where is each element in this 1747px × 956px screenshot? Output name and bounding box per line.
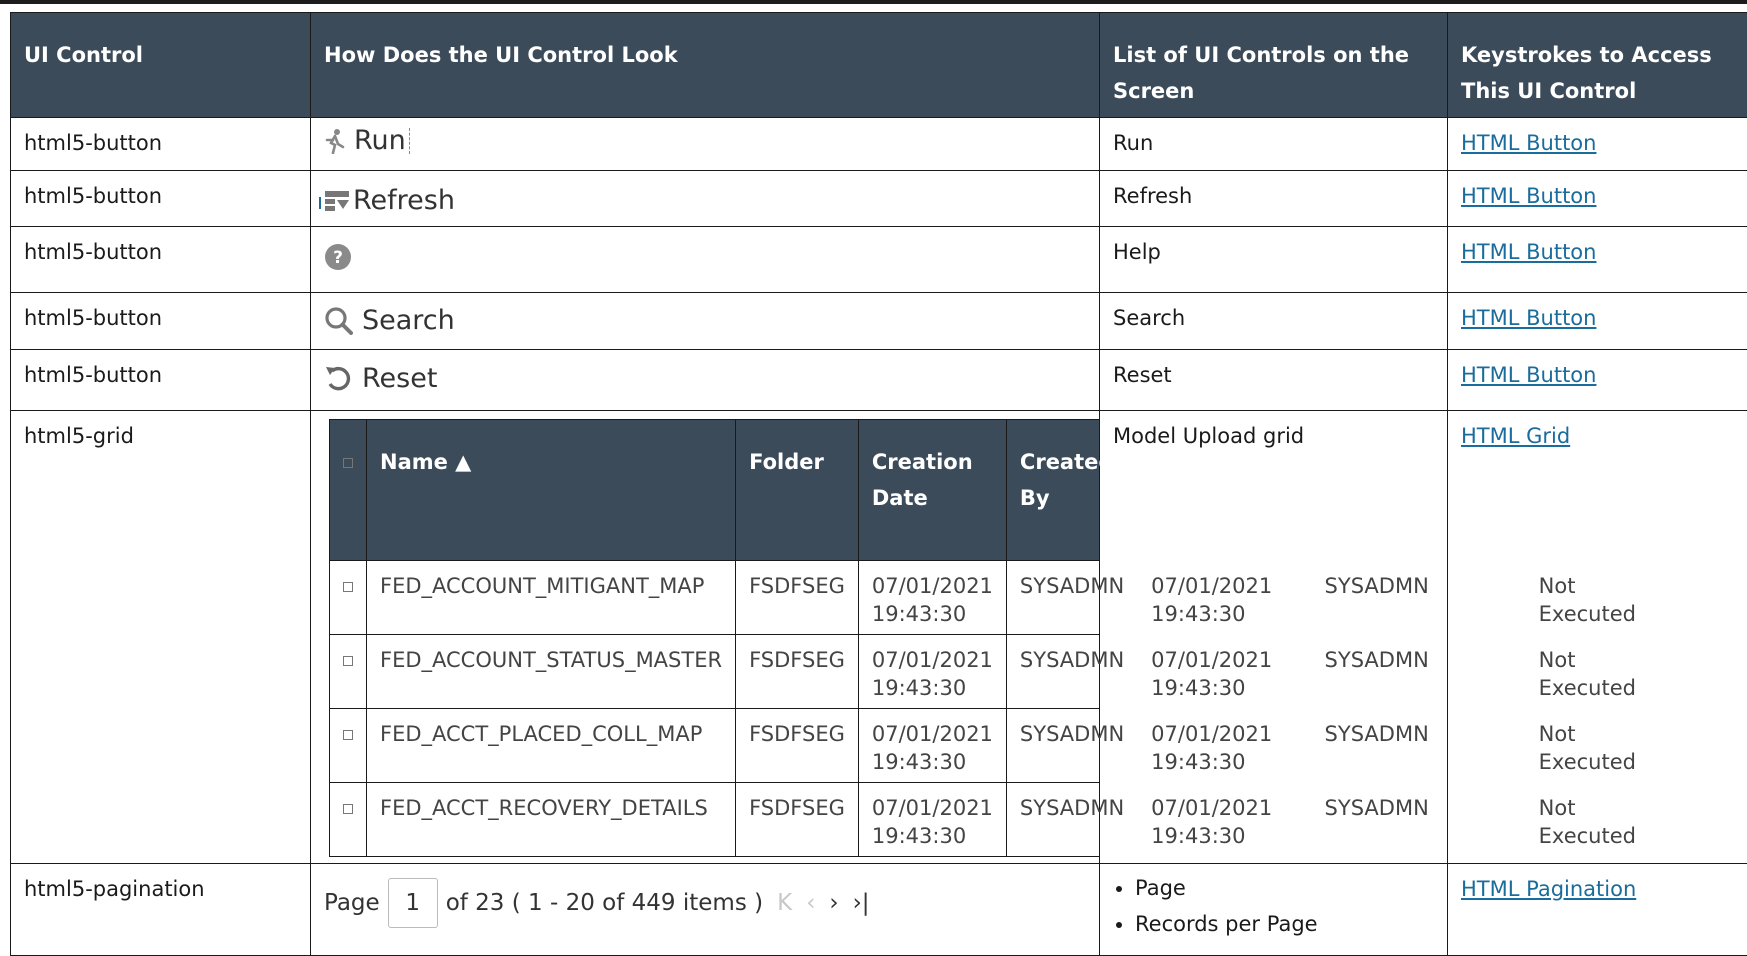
control-list-bullets: Page Records per Page: [1113, 870, 1434, 942]
control-list: Run: [1100, 118, 1448, 171]
grid-row-select[interactable]: [330, 561, 367, 635]
keystroke-cell: HTML Button: [1448, 293, 1747, 350]
table-row: html5-button Refresh Refresh HTML Button: [11, 171, 1747, 227]
control-name: html5-button: [11, 118, 311, 171]
run-button[interactable]: Run: [324, 127, 410, 155]
page-number-input[interactable]: 1: [388, 878, 438, 928]
checkbox-icon[interactable]: [343, 458, 353, 468]
refresh-label: Refresh: [353, 187, 455, 215]
html-button-link[interactable]: HTML Button: [1461, 363, 1596, 387]
run-label: Run: [354, 127, 406, 155]
pagination-bar: Page 1 of 23 ( 1 - 20 of 449 items ) K ‹…: [324, 878, 1086, 928]
grid-col-folder[interactable]: Folder: [736, 420, 859, 561]
page-summary: of 23 ( 1 - 20 of 449 items ): [446, 889, 763, 917]
table-row: html5-button ? Help HTML Button: [11, 227, 1747, 293]
grid-select-all[interactable]: [330, 420, 367, 561]
table-row: html5-button Search Search HTML Button: [11, 293, 1747, 350]
reset-button[interactable]: Reset: [324, 364, 437, 394]
header-ui-control: UI Control: [11, 13, 311, 118]
table-row: html5-button Run Run HTML Button: [11, 118, 1747, 171]
checkbox-icon[interactable]: [343, 582, 353, 592]
grid-cell: FED_ACCOUNT_MITIGANT_MAP: [367, 561, 736, 635]
grid-cell: FED_ACCT_PLACED_COLL_MAP: [367, 709, 736, 783]
checkbox-icon[interactable]: [343, 730, 353, 740]
control-look: Reset: [311, 350, 1100, 411]
focus-caret: [409, 128, 410, 154]
search-label: Search: [362, 307, 455, 335]
run-icon: [324, 128, 346, 154]
grid-cell: FSDFSEG: [736, 561, 859, 635]
header-row: UI Control How Does the UI Control Look …: [11, 13, 1747, 118]
html-grid-link[interactable]: HTML Grid: [1461, 424, 1570, 448]
help-icon: ?: [324, 243, 352, 271]
header-how-look: How Does the UI Control Look: [311, 13, 1100, 118]
grid-col-creation-date[interactable]: Creation Date: [858, 420, 1006, 561]
search-button[interactable]: Search: [324, 306, 455, 336]
control-name: html5-grid: [11, 411, 311, 864]
control-name: html5-button: [11, 171, 311, 227]
list-item: Page: [1135, 870, 1434, 906]
html-button-link[interactable]: HTML Button: [1461, 240, 1596, 264]
last-page-icon[interactable]: ›|: [853, 889, 870, 917]
grid-cell: 07/01/2021 19:43:30: [858, 635, 1006, 709]
control-look: Run: [311, 118, 1100, 171]
html-button-link[interactable]: HTML Button: [1461, 184, 1596, 208]
reset-icon: [324, 364, 354, 394]
control-name: html5-button: [11, 350, 311, 411]
top-rule: [0, 0, 1747, 4]
grid-cell: FED_ACCT_RECOVERY_DETAILS: [367, 783, 736, 857]
control-name: html5-button: [11, 227, 311, 293]
help-button[interactable]: ?: [324, 243, 360, 271]
first-page-icon[interactable]: K: [777, 889, 792, 917]
grid-col-name[interactable]: Name ▲: [367, 420, 736, 561]
table-row: html5-grid Name ▲ Folder Creation Date C…: [11, 411, 1747, 864]
keystroke-cell: HTML Pagination: [1448, 864, 1747, 956]
keystroke-cell: HTML Button: [1448, 171, 1747, 227]
page-label: Page: [324, 889, 380, 917]
refresh-button[interactable]: Refresh: [319, 187, 455, 215]
html-button-link[interactable]: HTML Button: [1461, 306, 1596, 330]
table-row: html5-button Reset Reset HTML Button: [11, 350, 1747, 411]
control-name: html5-button: [11, 293, 311, 350]
keystroke-cell: HTML Button: [1448, 118, 1747, 171]
control-list: Reset: [1100, 350, 1448, 411]
checkbox-icon[interactable]: [343, 804, 353, 814]
grid-row-select[interactable]: [330, 709, 367, 783]
header-keystrokes: Keystrokes to Access This UI Control: [1448, 13, 1747, 118]
control-list: Help: [1100, 227, 1448, 293]
control-list: Search: [1100, 293, 1448, 350]
grid-cell: FSDFSEG: [736, 783, 859, 857]
grid-row-select[interactable]: [330, 635, 367, 709]
table-row: html5-pagination Page 1 of 23 ( 1 - 20 o…: [11, 864, 1747, 956]
grid-cell: FSDFSEG: [736, 709, 859, 783]
grid-cell: FSDFSEG: [736, 635, 859, 709]
control-look: Search: [311, 293, 1100, 350]
grid-cell: 07/01/2021 19:43:30: [858, 709, 1006, 783]
header-list-controls: List of UI Controls on the Screen: [1100, 13, 1448, 118]
grid-cell: 07/01/2021 19:43:30: [858, 561, 1006, 635]
control-look: Refresh: [311, 171, 1100, 227]
control-look: Name ▲ Folder Creation Date Created By L…: [311, 411, 1100, 864]
html-pagination-link[interactable]: HTML Pagination: [1461, 877, 1636, 901]
control-list: Page Records per Page: [1100, 864, 1448, 956]
grid-cell: FED_ACCOUNT_STATUS_MASTER: [367, 635, 736, 709]
reset-label: Reset: [362, 365, 437, 393]
control-list: Refresh: [1100, 171, 1448, 227]
grid-row-select[interactable]: [330, 783, 367, 857]
ui-controls-table: UI Control How Does the UI Control Look …: [10, 12, 1747, 956]
keystroke-cell: HTML Button: [1448, 350, 1747, 411]
search-icon: [324, 306, 354, 336]
list-item: Records per Page: [1135, 906, 1434, 942]
control-look: Page 1 of 23 ( 1 - 20 of 449 items ) K ‹…: [311, 864, 1100, 956]
checkbox-icon[interactable]: [343, 656, 353, 666]
svg-text:?: ?: [333, 248, 343, 268]
html-button-link[interactable]: HTML Button: [1461, 131, 1596, 155]
keystroke-cell: HTML Button: [1448, 227, 1747, 293]
control-look: ?: [311, 227, 1100, 293]
next-page-icon[interactable]: ›: [829, 889, 838, 917]
control-name: html5-pagination: [11, 864, 311, 956]
grid-cell: 07/01/2021 19:43:30: [858, 783, 1006, 857]
previous-page-icon[interactable]: ‹: [806, 889, 815, 917]
refresh-icon: [319, 189, 351, 213]
